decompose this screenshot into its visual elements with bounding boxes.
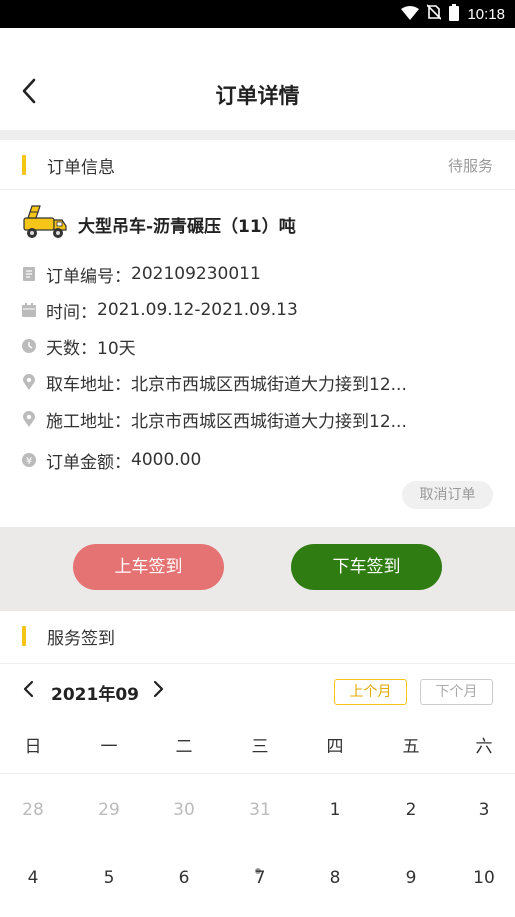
calendar-day[interactable]: 6 (159, 868, 209, 888)
check-out-button[interactable]: 下车签到 (291, 544, 442, 590)
section-accent-bar (22, 626, 26, 646)
status-time: 10:18 (467, 5, 505, 23)
calendar-month: 2021年09 (51, 685, 139, 705)
calendar-day[interactable]: 31 (235, 800, 285, 820)
calendar-day[interactable]: 7 (235, 868, 285, 888)
row-label: 取车地址： (46, 374, 131, 395)
cancel-order-button[interactable]: 取消订单 (402, 481, 493, 509)
pickup-address-row: 取车地址： 北京市西城区西城街道大力接到12... (22, 370, 462, 395)
section-accent-bar (22, 155, 26, 175)
battery-icon (449, 3, 460, 25)
divider (0, 130, 515, 140)
next-month-button[interactable]: 下个月 (420, 679, 493, 705)
order-number-row: 订单编号： 202109230011 (22, 262, 462, 287)
service-checkin-header: 服务签到 (0, 611, 515, 664)
no-sim-icon (426, 4, 443, 24)
status-bar: 10:18 (0, 0, 515, 28)
calendar-day[interactable]: 29 (84, 800, 134, 820)
checkin-action-area: 上车签到 下车签到 (0, 527, 515, 611)
previous-month-button[interactable]: 上个月 (334, 679, 407, 705)
calendar-day[interactable]: 30 (159, 800, 209, 820)
calendar-week-row: 4 5 6 7 8 9 10 (0, 868, 515, 917)
calendar-day[interactable]: 1 (310, 800, 360, 820)
order-status: 待服务 (447, 157, 493, 175)
row-value: 北京市西城区西城街道大力接到12... (131, 374, 407, 395)
order-name-row: 大型吊车-沥青碾压（11）吨 (22, 204, 296, 244)
calendar-day[interactable]: 3 (459, 800, 509, 820)
chevron-right-icon (153, 680, 165, 702)
location-icon (22, 411, 36, 427)
calendar-day[interactable]: 28 (8, 800, 58, 820)
weekday-label: 二 (175, 737, 193, 757)
calendar-header: 2021年09 上个月 下个月 (0, 664, 515, 720)
row-label: 订单编号： (46, 266, 131, 287)
order-name: 大型吊车-沥青碾压（11）吨 (78, 216, 296, 237)
truck-icon (22, 204, 68, 244)
row-label: 天数： (46, 338, 97, 359)
document-icon (22, 267, 36, 281)
calendar-day[interactable]: 9 (386, 868, 436, 888)
row-value: 202109230011 (131, 264, 261, 284)
amount-row: ¥ 订单金额： 4000.00 (22, 448, 462, 473)
calendar-day[interactable]: 5 (84, 868, 134, 888)
calendar-day[interactable]: 8 (310, 868, 360, 888)
chevron-left-icon (22, 680, 34, 702)
section-title: 服务签到 (47, 629, 115, 649)
order-info-header: 订单信息 待服务 (0, 140, 515, 190)
wifi-icon (401, 5, 420, 24)
location-icon (22, 374, 36, 390)
weekday-label: 日 (24, 737, 42, 757)
calendar-day[interactable]: 10 (459, 868, 509, 888)
construction-address-row: 施工地址： 北京市西城区西城街道大力接到12... (22, 407, 462, 432)
calendar-icon (22, 303, 36, 317)
calendar-weekdays: 日 一 二 三 四 五 六 (0, 722, 515, 774)
time-row: 时间： 2021.09.12-2021.09.13 (22, 298, 462, 323)
check-in-button[interactable]: 上车签到 (73, 544, 224, 590)
weekday-label: 一 (100, 737, 118, 757)
row-label: 订单金额： (46, 452, 131, 473)
row-label: 施工地址： (46, 411, 131, 432)
calendar-day[interactable]: 2 (386, 800, 436, 820)
row-label: 时间： (46, 302, 97, 323)
calendar-next-button[interactable] (149, 679, 169, 703)
row-value: 北京市西城区西城街道大力接到12... (131, 411, 407, 432)
section-title: 订单信息 (47, 158, 115, 178)
weekday-label: 六 (475, 737, 493, 757)
calendar-prev-button[interactable] (18, 679, 38, 703)
weekday-label: 三 (251, 737, 269, 757)
weekday-label: 四 (326, 737, 344, 757)
nav-bar: 订单详情 (0, 28, 515, 130)
row-value: 10天 (97, 338, 136, 359)
svg-text:¥: ¥ (26, 456, 32, 467)
page-title: 订单详情 (215, 84, 300, 108)
row-value: 4000.00 (131, 450, 202, 470)
days-row: 天数： 10天 (22, 334, 462, 359)
clock-icon (22, 339, 36, 353)
calendar-day[interactable]: 4 (8, 868, 58, 888)
calendar-week-row: 28 29 30 31 1 2 3 (0, 800, 515, 860)
row-value: 2021.09.12-2021.09.13 (97, 300, 298, 320)
weekday-label: 五 (402, 737, 420, 757)
yen-icon: ¥ (22, 453, 36, 467)
